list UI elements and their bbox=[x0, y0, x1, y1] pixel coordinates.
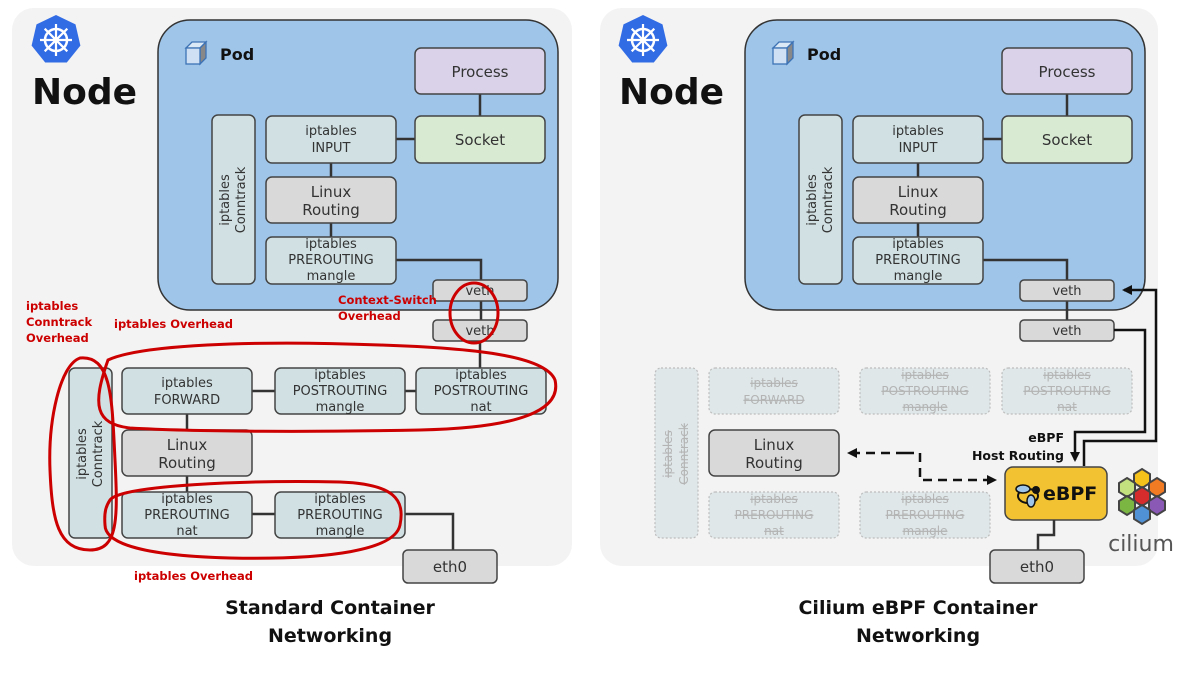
pod-title: Pod bbox=[807, 45, 841, 64]
ghost-prn-line2: PREROUTING bbox=[735, 508, 814, 522]
ghost-prm-line3: mangle bbox=[903, 524, 948, 538]
ghost-prm-line1: iptables bbox=[901, 492, 949, 506]
pod-iptables-input-line1: iptables bbox=[305, 124, 357, 139]
postrouting-mangle-line2: POSTROUTING bbox=[293, 384, 388, 399]
pod-iptables-input-line1: iptables bbox=[892, 124, 944, 139]
context-switch-line1: Context-Switch bbox=[338, 293, 437, 307]
host-veth-label: veth bbox=[1052, 324, 1081, 339]
host-routing-line1: Linux bbox=[754, 436, 795, 454]
ghost-pm-line2: POSTROUTING bbox=[881, 384, 968, 398]
right-caption-line2: Networking bbox=[856, 625, 980, 647]
prerouting-nat-line2: PREROUTING bbox=[144, 508, 229, 523]
conntrack-overhead-line3: Overhead bbox=[26, 331, 89, 345]
prerouting-mangle-line3: mangle bbox=[316, 524, 365, 539]
process-label: Process bbox=[1039, 63, 1096, 81]
cilium-logo-text: cilium bbox=[1108, 532, 1174, 557]
ghost-forward-line1: iptables bbox=[750, 376, 798, 390]
diagram-canvas: Node Pod Process Socket iptables INPUT L… bbox=[12, 8, 1174, 647]
postrouting-nat-line2: POSTROUTING bbox=[434, 384, 529, 399]
postrouting-mangle-line1: iptables bbox=[314, 368, 366, 383]
pod-title: Pod bbox=[220, 45, 254, 64]
pod-prerouting-line2: PREROUTING bbox=[288, 253, 373, 268]
pod-prerouting-line3: mangle bbox=[894, 269, 943, 284]
pod-conntrack-line2: Conntrack bbox=[234, 166, 249, 233]
pod-prerouting-line3: mangle bbox=[307, 269, 356, 284]
pod-iptables-input-line2: INPUT bbox=[899, 141, 938, 156]
ghost-pn-line1: iptables bbox=[1043, 368, 1091, 382]
pod-cube-icon bbox=[771, 40, 795, 66]
socket-label: Socket bbox=[1042, 131, 1092, 149]
ghost-forward-box bbox=[708, 367, 840, 415]
ghost-pn-line3: nat bbox=[1057, 400, 1077, 414]
pod-conntrack-line2: Conntrack bbox=[821, 166, 836, 233]
left-caption-line1: Standard Container bbox=[225, 597, 435, 619]
ghost-prn-line3: nat bbox=[764, 524, 784, 538]
iptables-overhead-bottom-label: iptables Overhead bbox=[134, 569, 253, 583]
pod-prerouting-line1: iptables bbox=[892, 237, 944, 252]
pod-prerouting-line2: PREROUTING bbox=[875, 253, 960, 268]
ghost-pm-line3: mangle bbox=[903, 400, 948, 414]
prerouting-mangle-line2: PREROUTING bbox=[297, 508, 382, 523]
ghost-conntrack-line2: Conntrack bbox=[677, 423, 691, 485]
postrouting-nat-line3: nat bbox=[470, 400, 491, 415]
forward-line2: FORWARD bbox=[154, 393, 220, 408]
pod-linux-routing-line1: Linux bbox=[898, 183, 939, 201]
left-caption-line2: Networking bbox=[268, 625, 392, 647]
eth0-label: eth0 bbox=[1020, 558, 1054, 576]
host-routing-line2: Routing bbox=[158, 454, 216, 472]
context-switch-line2: Overhead bbox=[338, 309, 401, 323]
standard-networking-panel: Node Pod Process Socket iptables INPUT L… bbox=[12, 8, 572, 647]
pod-veth-label: veth bbox=[1052, 284, 1081, 299]
process-label: Process bbox=[452, 63, 509, 81]
pod-linux-routing-line2: Routing bbox=[302, 201, 360, 219]
ebpf-badge-label: eBPF bbox=[1043, 483, 1097, 505]
host-routing-line1: Linux bbox=[167, 436, 208, 454]
node-title: Node bbox=[32, 72, 137, 113]
pod-cube-icon bbox=[184, 40, 208, 66]
ebpf-host-routing-line2: Host Routing bbox=[972, 448, 1064, 463]
ghost-conntrack-line1: iptables bbox=[661, 430, 675, 478]
prerouting-nat-line3: nat bbox=[176, 524, 197, 539]
ghost-pn-line2: POSTROUTING bbox=[1023, 384, 1110, 398]
pod-linux-routing-line1: Linux bbox=[311, 183, 352, 201]
host-conntrack-line2: Conntrack bbox=[91, 420, 106, 487]
ghost-pm-line1: iptables bbox=[901, 368, 949, 382]
forward-line1: iptables bbox=[161, 376, 213, 391]
right-caption-line1: Cilium eBPF Container bbox=[798, 597, 1038, 619]
host-conntrack-line1: iptables bbox=[75, 428, 90, 480]
eth0-label: eth0 bbox=[433, 558, 467, 576]
pod-linux-routing-line2: Routing bbox=[889, 201, 947, 219]
postrouting-nat-line1: iptables bbox=[455, 368, 507, 383]
socket-label: Socket bbox=[455, 131, 505, 149]
pod-prerouting-line1: iptables bbox=[305, 237, 357, 252]
prerouting-nat-line1: iptables bbox=[161, 492, 213, 507]
cilium-networking-panel: Node Pod Process Socket iptables INPUT L… bbox=[600, 8, 1174, 647]
postrouting-mangle-line3: mangle bbox=[316, 400, 365, 415]
ghost-prm-line2: PREROUTING bbox=[886, 508, 965, 522]
ghost-forward-line2: FORWARD bbox=[743, 393, 804, 407]
ghost-prn-line1: iptables bbox=[750, 492, 798, 506]
conntrack-overhead-line2: Conntrack bbox=[26, 315, 92, 329]
prerouting-mangle-line1: iptables bbox=[314, 492, 366, 507]
pod-conntrack-line1: iptables bbox=[805, 174, 820, 226]
pod-iptables-input-line2: INPUT bbox=[312, 141, 351, 156]
conntrack-overhead-line1: iptables bbox=[26, 299, 78, 313]
pod-conntrack-line1: iptables bbox=[218, 174, 233, 226]
ebpf-host-routing-line1: eBPF bbox=[1028, 430, 1064, 445]
host-routing-line2: Routing bbox=[745, 454, 803, 472]
iptables-overhead-top-label: iptables Overhead bbox=[114, 317, 233, 331]
node-title: Node bbox=[619, 72, 724, 113]
